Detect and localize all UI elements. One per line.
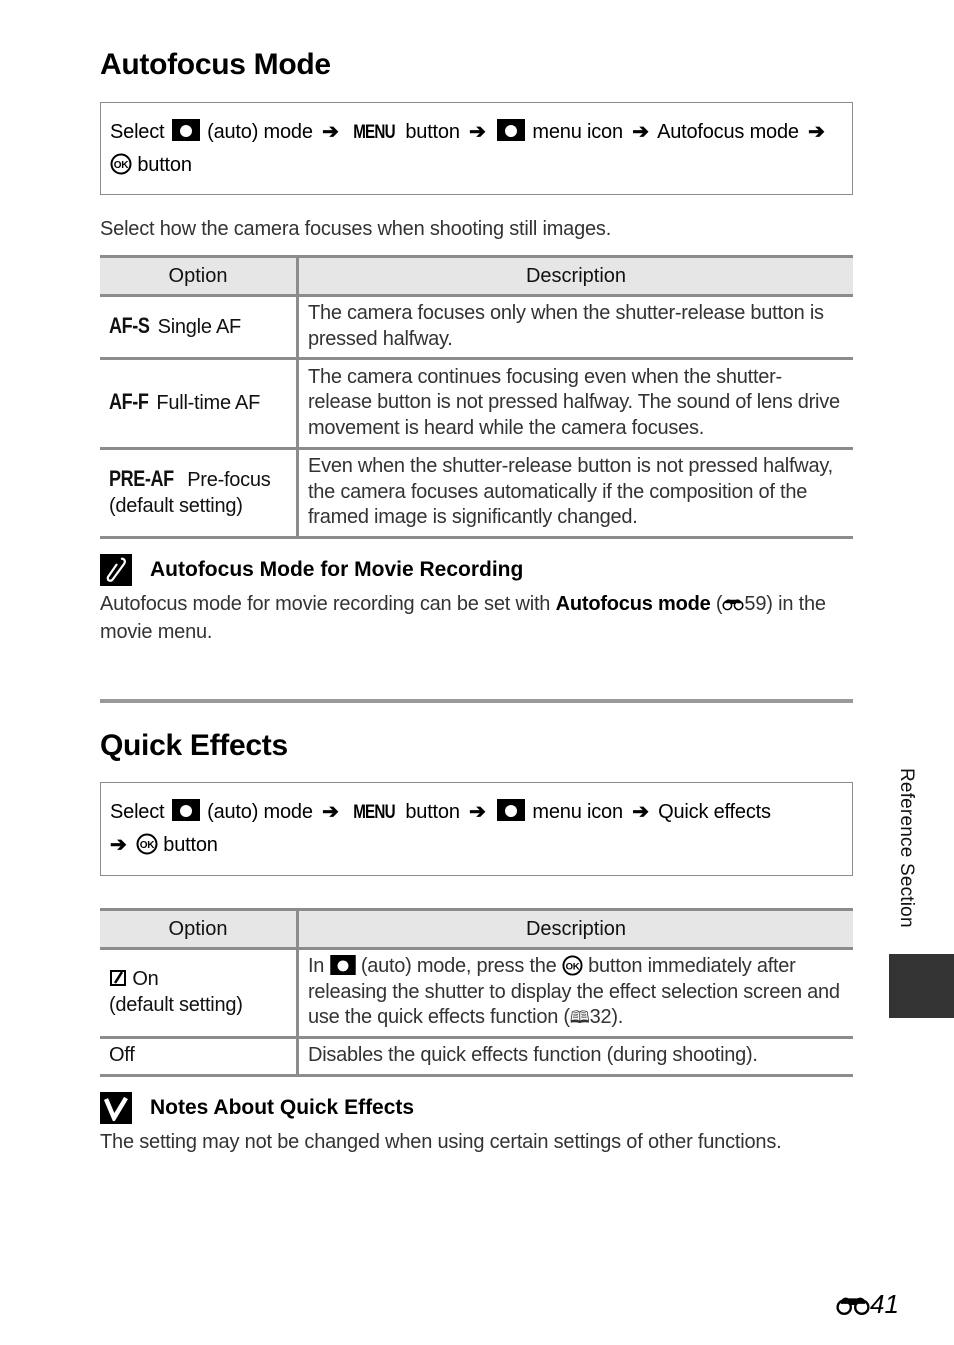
section-title: Quick Effects [100,729,288,762]
ok-button-icon [136,833,158,855]
camera-icon [497,119,525,141]
description-cell: In (auto) mode, press the button immedia… [297,948,853,1039]
menu-button-icon: MENU [353,802,395,823]
camera-icon [330,955,356,975]
ok-button-icon [562,955,583,976]
menu-button-icon: MENU [353,122,395,143]
note-text: The setting may not be changed when usin… [100,1131,782,1153]
intro-block: Select how the camera focuses when shoot… [100,218,853,241]
column-header-option: Option [100,908,299,950]
option-default-label: (default setting) [109,993,243,1016]
menu-path-box: Select (auto) mode ➔ MENU button ➔ menu … [100,102,853,195]
path-text: (auto) mode [207,121,313,143]
arrow-icon: ➔ [808,121,825,143]
page-number-text: 41 [870,1289,899,1319]
option-cell: AF-F Full-time AF [100,358,299,450]
note-heading: Autofocus Mode for Movie Recording [100,554,853,586]
path-text: Select [110,121,165,143]
arrow-icon: ➔ [110,834,127,856]
quick-effects-section: Quick Effects [100,729,853,763]
table-row: AF-F Full-time AF The camera continues f… [100,358,853,450]
path-target: Quick effects [658,801,771,823]
note-title: Notes About Quick Effects [150,1096,415,1119]
path-text: (auto) mode [207,801,313,823]
path-text: menu icon [532,801,623,823]
option-label: Full-time AF [156,392,261,415]
note-text: Autofocus mode for movie recording can b… [100,593,826,643]
reference-section-icon [836,1294,870,1316]
note-title: Autofocus Mode for Movie Recording [150,558,524,581]
autofocus-section: Autofocus Mode [100,48,853,82]
arrow-icon: ➔ [632,801,649,823]
table-row: On (default setting) In (auto) mode, pre… [100,948,853,1039]
path-text: menu icon [532,121,623,143]
quick-effects-options-table: Option Description On (default setting) … [100,908,853,1077]
path-text: button [405,121,460,143]
table-row: Off Disables the quick effects function … [100,1037,853,1077]
description-cell: Disables the quick effects function (dur… [297,1037,853,1077]
description-cell: The camera continues focusing even when … [297,358,853,450]
option-cell: AF-S Single AF [100,295,299,360]
description-cell: The camera focuses only when the shutter… [297,295,853,360]
option-cell: PRE-AF Pre-focus (default setting) [100,448,299,539]
option-label: Single AF [157,315,242,338]
note-heading: Notes About Quick Effects [100,1092,853,1124]
arrow-icon: ➔ [322,801,339,823]
option-cell: On (default setting) [100,948,299,1039]
camera-icon [172,799,200,821]
page-reference-link[interactable]: 32 [590,1006,612,1028]
ok-button-icon [110,153,132,175]
movie-note: Autofocus Mode for Movie Recording Autof… [100,554,853,646]
menu-path-box: Select (auto) mode ➔ MENU button ➔ menu … [100,782,853,876]
quick-effects-icon [110,970,126,986]
column-header-description: Description [297,908,853,950]
arrow-icon: ➔ [632,121,649,143]
path-text: button [137,154,192,176]
column-header-description: Description [297,255,853,297]
autofocus-options-table: Option Description AF-S Single AF The ca… [100,255,853,539]
column-header-option: Option [100,255,299,297]
path-text: button [405,801,460,823]
page-reference-link[interactable]: 59 [744,593,766,615]
arrow-icon: ➔ [469,801,486,823]
side-section-tab[interactable] [889,954,954,1018]
book-icon: 🕮 [569,1008,590,1028]
autofocus-mode-bold: Autofocus mode [555,593,711,615]
side-section-label: Reference Section [896,768,917,928]
arrow-icon: ➔ [469,121,486,143]
intro-text: Select how the camera focuses when shoot… [100,218,612,240]
option-label: Pre-focus [187,469,271,491]
pre-af-icon: PRE-AF [109,466,174,491]
autofocus-table-wrap: Option Description AF-S Single AF The ca… [100,255,853,539]
camera-icon [497,799,525,821]
table-row: PRE-AF Pre-focus (default setting) Even … [100,448,853,539]
path-text: button [163,834,218,856]
path-text: Select [110,801,165,823]
option-cell: Off [100,1037,299,1077]
description-cell: Even when the shutter-release button is … [297,448,853,539]
section-title: Autofocus Mode [100,48,331,81]
option-label: On [132,968,159,990]
quick-effects-table-wrap: Option Description On (default setting) … [100,908,853,1077]
page-number: 41 [836,1289,899,1320]
af-f-icon: AF-F [109,389,149,415]
af-s-icon: AF-S [109,312,150,338]
quick-effects-note: Notes About Quick Effects The setting ma… [100,1092,853,1156]
option-default-label: (default setting) [109,494,243,517]
camera-icon [172,119,200,141]
arrow-icon: ➔ [322,121,339,143]
path-target: Autofocus mode [657,121,799,143]
section-divider [100,699,853,703]
pencil-note-icon [100,554,132,586]
reference-section-icon [722,597,744,611]
check-note-icon [100,1092,132,1124]
table-row: AF-S Single AF The camera focuses only w… [100,295,853,360]
